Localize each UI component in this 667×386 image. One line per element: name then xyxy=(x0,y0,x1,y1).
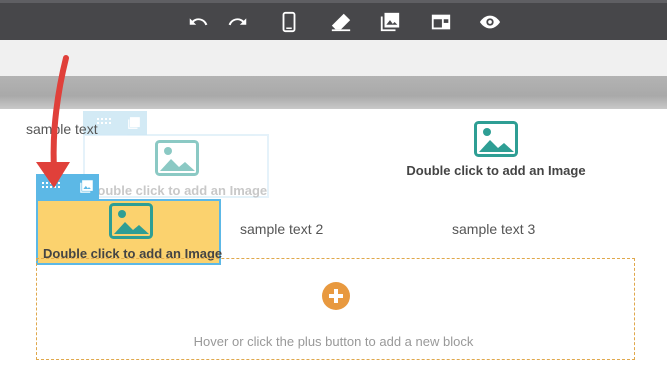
sample-text-2[interactable]: sample text 2 xyxy=(240,221,323,237)
image-icon[interactable] xyxy=(79,179,94,194)
canvas-top-shadow xyxy=(0,76,667,109)
ruler-band xyxy=(0,40,667,76)
mobile-icon xyxy=(282,11,296,33)
image-placeholder-icon xyxy=(474,121,518,157)
image-gallery-icon xyxy=(380,12,400,32)
image-placeholder-icon xyxy=(155,140,199,176)
drag-handle-icon xyxy=(97,118,111,124)
image-gallery-button[interactable] xyxy=(378,10,402,34)
eraser-icon xyxy=(331,13,351,32)
image-placeholder-block[interactable]: Double click to add an Image xyxy=(400,121,592,178)
undo-button[interactable] xyxy=(186,10,210,34)
annotation-arrow xyxy=(36,55,70,188)
layout-icon xyxy=(431,14,451,30)
image-icon xyxy=(128,117,140,129)
add-block-hint: Hover or click the plus button to add a … xyxy=(193,334,474,349)
redo-icon xyxy=(228,18,247,26)
mobile-view-button[interactable] xyxy=(277,10,301,34)
image-placeholder-label: Double click to add an Image xyxy=(406,163,586,178)
preview-eye-icon xyxy=(479,15,501,29)
editor-toolbar xyxy=(0,0,667,40)
preview-button[interactable] xyxy=(478,10,502,34)
layout-button[interactable] xyxy=(429,10,453,34)
add-block-plus-button[interactable] xyxy=(322,282,350,310)
ghost-block-label: Double click to add an Image xyxy=(88,183,268,198)
image-placeholder-icon xyxy=(109,203,153,239)
undo-icon xyxy=(189,18,208,26)
redo-button[interactable] xyxy=(226,10,250,34)
eraser-button[interactable] xyxy=(329,10,353,34)
sample-text-3[interactable]: sample text 3 xyxy=(452,221,535,237)
